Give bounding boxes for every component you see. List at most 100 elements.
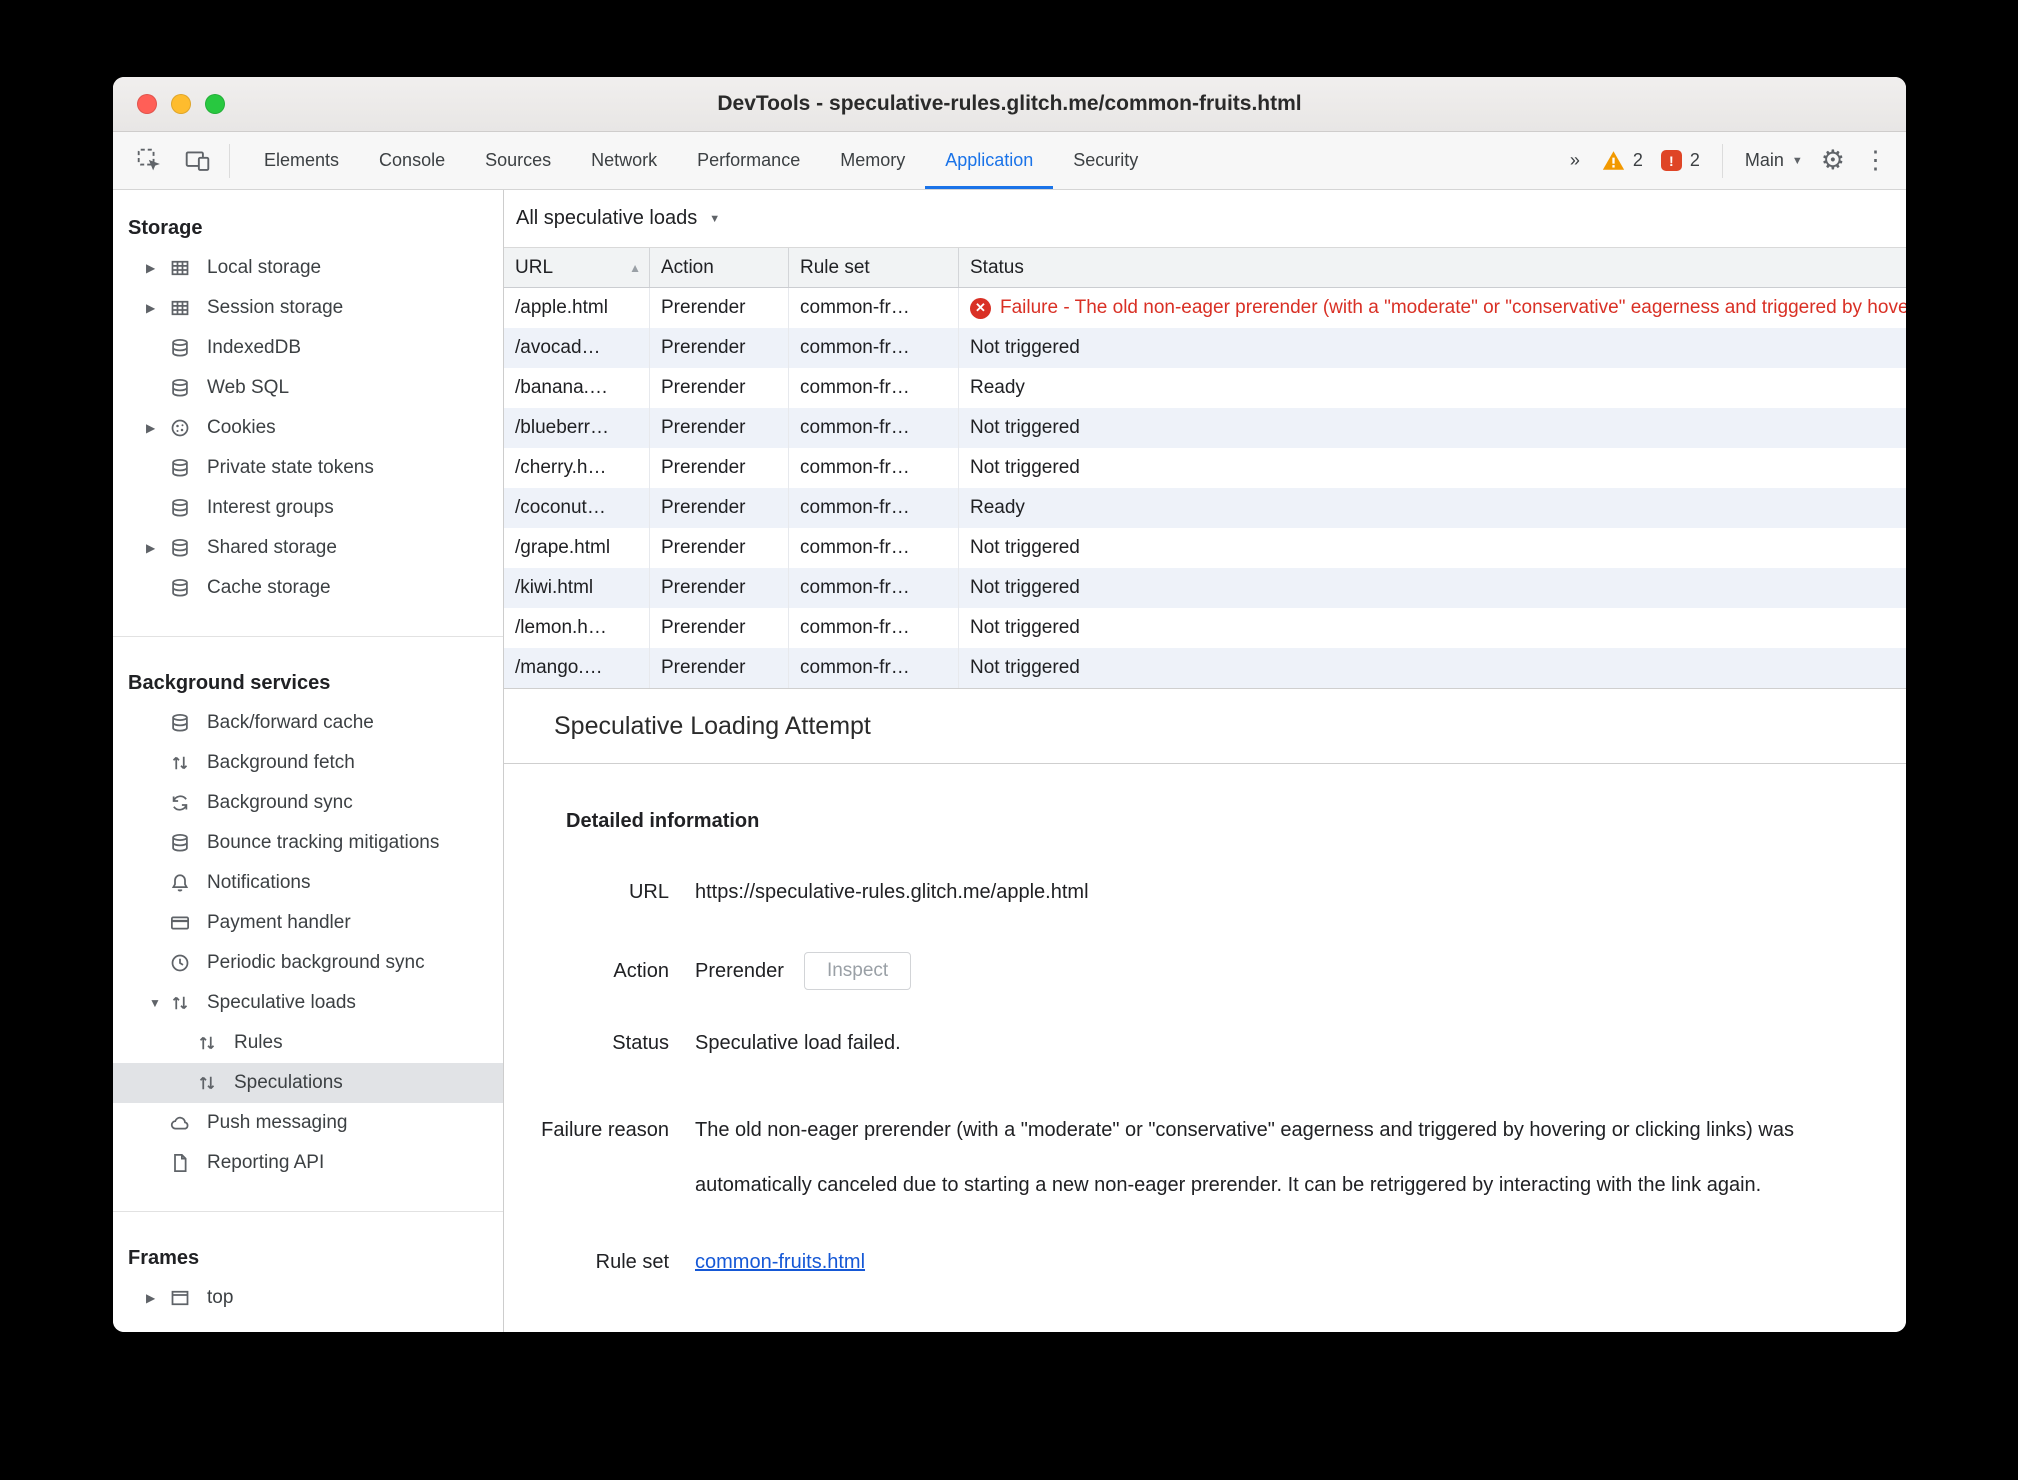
tab-memory[interactable]: Memory xyxy=(820,132,925,189)
column-header-status[interactable]: Status xyxy=(959,248,1906,287)
detailed-information-section: Detailed information URL https://specula… xyxy=(504,764,1906,1332)
table-row[interactable]: /blueberr… Prerender common-fr… Not trig… xyxy=(504,408,1906,448)
issue-count: 2 xyxy=(1689,150,1700,170)
expand-arrow-icon[interactable]: ▶ xyxy=(146,528,155,568)
sidebar-item-payment-handler[interactable]: Payment handler xyxy=(113,903,503,943)
sidebar-item-interest-groups[interactable]: Interest groups xyxy=(113,488,503,528)
storage-section-title: Storage xyxy=(128,217,203,239)
sidebar-item-label: top xyxy=(207,1287,234,1308)
traffic-lights xyxy=(137,94,225,114)
tab-console[interactable]: Console xyxy=(359,132,465,189)
sidebar-item-session-storage[interactable]: ▶ Session storage xyxy=(113,288,503,328)
sidebar-item-speculations[interactable]: Speculations xyxy=(113,1063,503,1103)
toolbar-separator-right xyxy=(1721,143,1723,178)
column-header-url[interactable]: URL ▲ xyxy=(504,248,650,287)
sidebar-item-periodic-background-sync[interactable]: Periodic background sync xyxy=(113,943,503,983)
sidebar-item-bounce-tracking-mitigations[interactable]: Bounce tracking mitigations xyxy=(113,823,503,863)
sidebar-item-label: Web SQL xyxy=(207,377,290,398)
application-sidebar: Storage ▶ Local storage ▶ Session storag… xyxy=(113,190,504,1332)
tab-security[interactable]: Security xyxy=(1053,132,1158,189)
tab-elements[interactable]: Elements xyxy=(244,132,359,189)
database-icon xyxy=(169,457,191,479)
titlebar: DevTools - speculative-rules.glitch.me/c… xyxy=(113,77,1906,132)
expand-arrow-icon[interactable]: ▶ xyxy=(146,408,155,448)
tab-performance[interactable]: Performance xyxy=(677,132,820,189)
table-row[interactable]: /coconut… Prerender common-fr… Ready xyxy=(504,488,1906,528)
cell-rule-set: common-fr… xyxy=(789,448,959,488)
sidebar-item-label: Back/forward cache xyxy=(207,712,374,733)
more-options-kebab-icon[interactable]: ⋮ xyxy=(1863,148,1888,173)
sidebar-item-local-storage[interactable]: ▶ Local storage xyxy=(113,248,503,288)
sidebar-item-label: IndexedDB xyxy=(207,337,302,358)
sidebar-item-shared-storage[interactable]: ▶ Shared storage xyxy=(113,528,503,568)
action-label: Action xyxy=(613,959,669,982)
preview-section-header: Speculative Loading Attempt xyxy=(504,688,1906,764)
table-row[interactable]: /grape.html Prerender common-fr… Not tri… xyxy=(504,528,1906,568)
sidebar-item-speculative-loads[interactable]: ▼ Speculative loads xyxy=(113,983,503,1023)
sidebar-item-label: Speculative loads xyxy=(207,992,356,1013)
cell-status: Not triggered xyxy=(970,617,1080,638)
cell-rule-set: common-fr… xyxy=(789,608,959,648)
more-tabs-button[interactable]: » xyxy=(1566,150,1584,171)
cell-status: Not triggered xyxy=(970,457,1080,478)
chevron-down-icon[interactable]: ▼ xyxy=(709,213,720,225)
main-context-selector[interactable]: Main ▼ xyxy=(1745,150,1803,171)
table-row[interactable]: /lemon.h… Prerender common-fr… Not trigg… xyxy=(504,608,1906,648)
tab-network[interactable]: Network xyxy=(571,132,677,189)
warnings-counter[interactable]: 2 xyxy=(1602,149,1643,172)
cell-status: Not triggered xyxy=(970,337,1080,358)
sidebar-item-indexeddb[interactable]: IndexedDB xyxy=(113,328,503,368)
close-window-button[interactable] xyxy=(137,94,157,114)
cell-action: Prerender xyxy=(650,528,789,568)
minimize-window-button[interactable] xyxy=(171,94,191,114)
cell-action: Prerender xyxy=(650,488,789,528)
detail-row-url: URL https://speculative-rules.glitch.me/… xyxy=(504,879,1906,906)
sidebar-item-notifications[interactable]: Notifications xyxy=(113,863,503,903)
tab-application[interactable]: Application xyxy=(925,132,1053,189)
sidebar-item-back-forward-cache[interactable]: Back/forward cache xyxy=(113,703,503,743)
toggle-device-toolbar-icon[interactable] xyxy=(177,141,217,181)
expand-arrow-icon[interactable]: ▶ xyxy=(146,248,155,288)
url-value: https://speculative-rules.glitch.me/appl… xyxy=(695,881,1089,903)
column-header-rule-set[interactable]: Rule set xyxy=(789,248,959,287)
column-label: Status xyxy=(970,256,1024,278)
rule-set-link[interactable]: common-fruits.html xyxy=(695,1251,865,1273)
sidebar-item-cache-storage[interactable]: Cache storage xyxy=(113,568,503,608)
expand-arrow-icon[interactable]: ▶ xyxy=(146,1278,155,1318)
table-row[interactable]: /kiwi.html Prerender common-fr… Not trig… xyxy=(504,568,1906,608)
inspect-element-icon[interactable] xyxy=(129,141,169,181)
sidebar-item-top-frame[interactable]: ▶ top xyxy=(113,1278,503,1318)
toolbar-right: » 2 ! 2 Main ▼ ⚙ ⋮ xyxy=(1566,132,1906,189)
speculative-loads-filter[interactable]: All speculative loads xyxy=(516,207,697,230)
table-row[interactable]: /avocad… Prerender common-fr… Not trigge… xyxy=(504,328,1906,368)
sidebar-item-private-state-tokens[interactable]: Private state tokens xyxy=(113,448,503,488)
status-label: Status xyxy=(612,1032,669,1054)
grid-header: URL ▲ Action Rule set Status xyxy=(504,248,1906,288)
sidebar-item-background-fetch[interactable]: Background fetch xyxy=(113,743,503,783)
sidebar-item-reporting-api[interactable]: Reporting API xyxy=(113,1143,503,1183)
collapse-arrow-icon[interactable]: ▼ xyxy=(149,983,161,1023)
table-icon xyxy=(169,257,191,279)
sidebar-item-label: Bounce tracking mitigations xyxy=(207,832,440,853)
sidebar-item-rules[interactable]: Rules xyxy=(113,1023,503,1063)
issues-counter[interactable]: ! 2 xyxy=(1660,150,1700,171)
sidebar-item-push-messaging[interactable]: Push messaging xyxy=(113,1103,503,1143)
table-row[interactable]: /banana.… Prerender common-fr… Ready xyxy=(504,368,1906,408)
sidebar-item-web-sql[interactable]: Web SQL xyxy=(113,368,503,408)
tab-sources[interactable]: Sources xyxy=(465,132,571,189)
sidebar-item-cookies[interactable]: ▶ Cookies xyxy=(113,408,503,448)
database-icon xyxy=(169,712,191,734)
inspect-button[interactable]: Inspect xyxy=(803,952,912,990)
expand-arrow-icon[interactable]: ▶ xyxy=(146,288,155,328)
table-row[interactable]: /apple.html Prerender common-fr… ✕ Failu… xyxy=(504,288,1906,328)
cell-url: /apple.html xyxy=(504,288,650,328)
table-row[interactable]: /cherry.h… Prerender common-fr… Not trig… xyxy=(504,448,1906,488)
sidebar-item-background-sync[interactable]: Background sync xyxy=(113,783,503,823)
cookie-icon xyxy=(169,417,191,439)
column-label: Action xyxy=(661,256,714,278)
payment-card-icon xyxy=(169,912,191,934)
table-row[interactable]: /mango.… Prerender common-fr… Not trigge… xyxy=(504,648,1906,688)
column-header-action[interactable]: Action xyxy=(650,248,789,287)
settings-gear-icon[interactable]: ⚙ xyxy=(1821,147,1845,174)
zoom-window-button[interactable] xyxy=(205,94,225,114)
